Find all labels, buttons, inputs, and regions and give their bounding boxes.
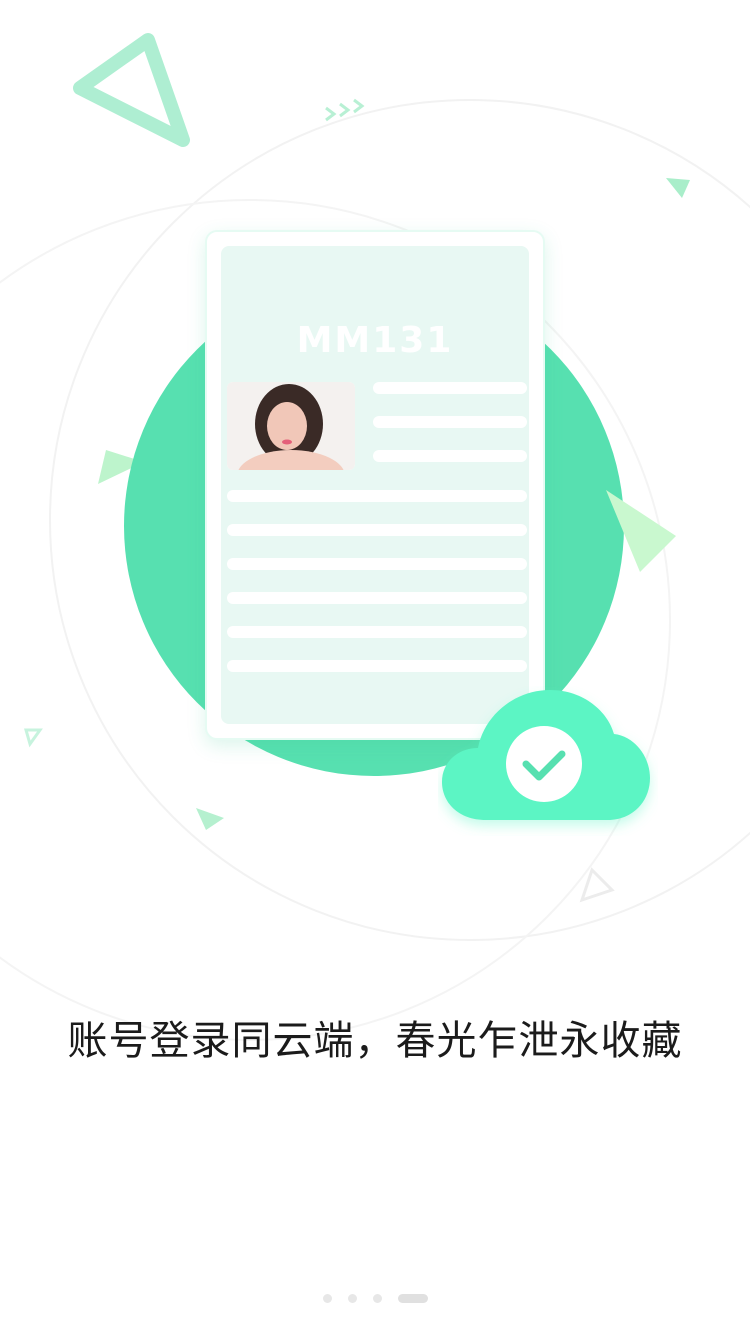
page-dot[interactable] [322,1294,332,1303]
brand-logo: MM131 [296,320,454,361]
placeholder-line [227,524,527,536]
placeholder-line [227,626,527,638]
slogan-text: 账号登录同云端，春光乍泄永收藏 [67,1018,683,1064]
placeholder-line [373,416,527,428]
page-indicator [0,1294,750,1303]
placeholder-line [227,558,527,570]
placeholder-line [227,660,527,672]
placeholder-line [227,490,527,502]
placeholder-line [227,592,527,604]
cloud-check-icon [442,690,650,820]
document-card: MM131 [205,230,545,740]
placeholder-line [373,450,527,462]
page-dot[interactable] [347,1294,357,1303]
triangle-outline-decoration [73,33,190,147]
placeholder-line [373,382,527,394]
page-dot-active[interactable] [397,1294,428,1303]
profile-photo [227,382,355,470]
page-dot[interactable] [372,1294,382,1303]
chevrons-decoration [325,98,365,122]
document-inner: MM131 [221,246,529,724]
portrait-image [227,382,355,470]
